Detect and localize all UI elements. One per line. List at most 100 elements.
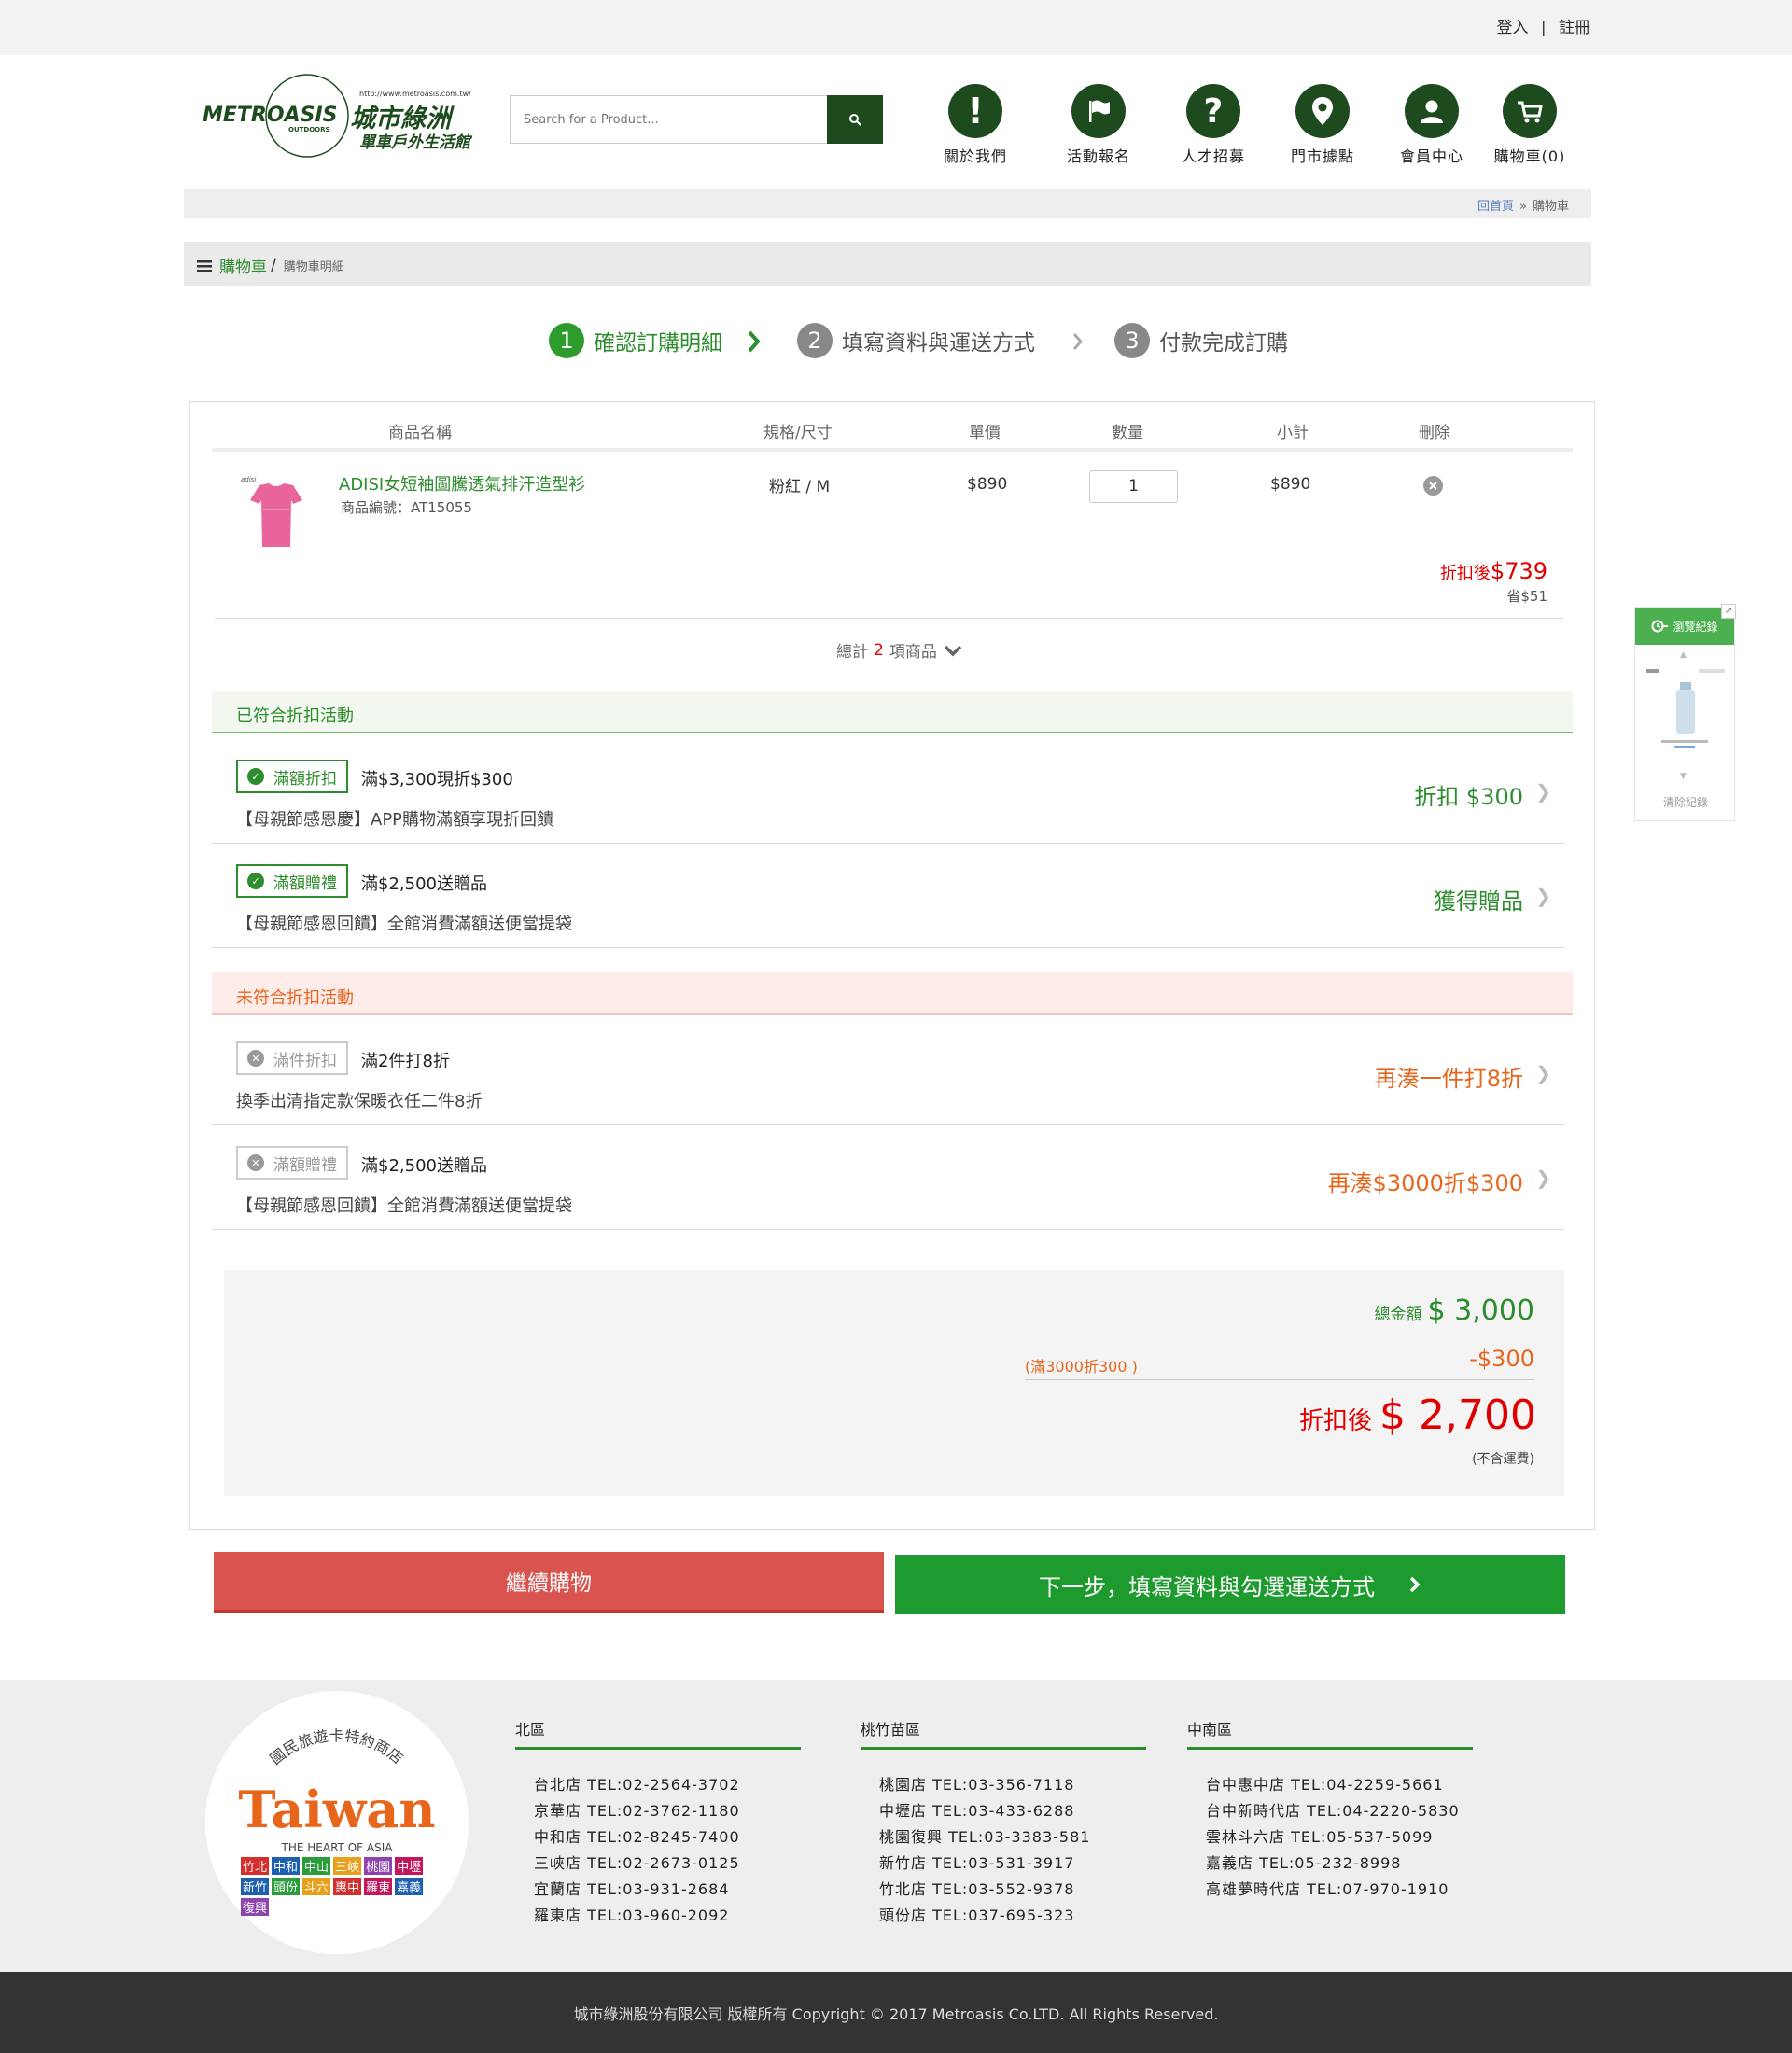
promo-tag: ✓ 滿額贈禮 <box>236 864 348 898</box>
badge-store-tags: 竹北 中和 中山 三峽 桃園 中壢 新竹 頭份 斗六 惠中 羅東 嘉義 復興 <box>241 1857 437 1916</box>
nav-member[interactable]: 會員中心 <box>1380 84 1483 166</box>
breadcrumb-home[interactable]: 回首頁 <box>1477 200 1514 214</box>
store-entry: 台中新時代店 TEL:04-2220-5830 <box>1206 1802 1460 1820</box>
chevron-right-icon: ❯ <box>1535 780 1551 803</box>
breadcrumb: 回首頁 » 購物車 <box>184 189 1591 218</box>
step-label: 填寫資料與運送方式 <box>842 331 1035 356</box>
store-entry: 竹北店 TEL:03-552-9378 <box>879 1880 1075 1898</box>
history-thumbnail[interactable] <box>1643 665 1729 759</box>
nav-cart[interactable]: 購物車(0) <box>1478 84 1581 166</box>
badge-store: 桃園 <box>364 1857 393 1875</box>
promo-tag: ✓ 滿額折扣 <box>236 760 348 793</box>
step-1: 1 確認訂購明細 <box>549 323 722 358</box>
nav-about[interactable]: ! 關於我們 <box>924 84 1027 166</box>
badge-store: 中和 <box>272 1857 301 1875</box>
promo-note: (滿3000折300 ) <box>1025 1358 1138 1376</box>
total-items-toggle[interactable]: 總計 2 項商品 <box>836 638 963 662</box>
badge-store: 新竹 <box>241 1878 270 1895</box>
button-label: 下一步，填寫資料與勾選運送方式 <box>1039 1573 1375 1600</box>
row-divider <box>215 618 1563 619</box>
promo-desc: 換季出清指定款保暖衣任二件8折 <box>236 1092 483 1111</box>
badge-store: 三峽 <box>333 1857 362 1875</box>
product-name[interactable]: ADISI女短袖圖騰透氣排汗造型衫 <box>339 471 585 496</box>
popout-icon[interactable]: ↗ <box>1721 604 1736 619</box>
badge-store: 斗六 <box>302 1878 331 1895</box>
badge-store: 竹北 <box>241 1857 270 1875</box>
login-link[interactable]: 登入 <box>1496 19 1528 37</box>
product-price: $890 <box>967 475 1008 494</box>
store-entry: 高雄夢時代店 TEL:07-970-1910 <box>1206 1880 1449 1898</box>
footer-col-title: 中南區 <box>1187 1717 1473 1750</box>
product-subtotal: $890 <box>1270 475 1311 494</box>
scroll-down-icon[interactable]: ▼ <box>1680 772 1687 781</box>
promo-tag: ✕ 滿件折扣 <box>236 1041 348 1075</box>
quantity-input[interactable]: 1 <box>1089 470 1178 503</box>
search-input[interactable] <box>511 96 828 143</box>
promo-name: 滿$3,300現折$300 <box>361 770 513 789</box>
link-separator: | <box>1540 19 1547 37</box>
promo-name: 滿$2,500送贈品 <box>361 1156 487 1176</box>
nav-events[interactable]: 活動報名 <box>1047 84 1150 166</box>
product-image[interactable]: adisi <box>239 472 314 556</box>
footer-col-title: 北區 <box>515 1717 801 1750</box>
next-step-button[interactable]: 下一步，填寫資料與勾選運送方式 <box>895 1555 1565 1614</box>
nav-label: 會員中心 <box>1399 147 1463 165</box>
promo-tag-label: 滿額贈禮 <box>273 1155 337 1175</box>
promo-tag-label: 滿額贈禮 <box>273 873 337 893</box>
unqualified-promo[interactable]: ✕ 滿額贈禮 滿$2,500送贈品 【母親節感恩回饋】全館消費滿額送便當提袋 再… <box>212 1125 1564 1230</box>
footer-col-title: 桃竹苗區 <box>861 1717 1146 1750</box>
badge-store: 惠中 <box>333 1878 362 1895</box>
store-entry: 宜蘭店 TEL:03-931-2684 <box>534 1880 730 1898</box>
page-title[interactable]: 購物車 <box>219 254 267 277</box>
qualified-promo[interactable]: ✓ 滿額折扣 滿$3,300現折$300 【母親節感恩慶】APP購物滿額享現折回… <box>212 739 1564 844</box>
promo-action[interactable]: 折扣 $300 <box>1414 778 1523 811</box>
order-summary: 總金額 $ 3,000 (滿3000折300 ) -$300 折扣後 $ 2,7… <box>224 1270 1564 1496</box>
nav-stores[interactable]: 門市據點 <box>1271 84 1374 166</box>
store-entry: 頭份店 TEL:037-695-323 <box>879 1906 1075 1924</box>
site-logo[interactable]: METROASIS OUTDOORS http://www.metroasis.… <box>201 73 485 159</box>
total-suffix: 項商品 <box>889 643 937 662</box>
store-entry: 新竹店 TEL:03-531-3917 <box>879 1854 1075 1872</box>
svg-text:國民旅遊卡特約商店: 國民旅遊卡特約商店 <box>267 1726 407 1767</box>
search-box <box>510 95 883 144</box>
nav-jobs[interactable]: ? 人才招募 <box>1162 84 1265 166</box>
chevron-right-icon <box>1072 333 1083 350</box>
close-icon: ✕ <box>247 1050 264 1067</box>
promo-tag-label: 滿件折扣 <box>273 1051 337 1070</box>
promo-name: 滿2件打8折 <box>361 1052 450 1071</box>
chevron-right-icon: ❯ <box>1535 1062 1551 1084</box>
badge-store: 中山 <box>302 1857 331 1875</box>
history-title: 瀏覽紀錄 <box>1673 620 1718 634</box>
user-icon <box>1405 84 1459 138</box>
check-icon: ✓ <box>247 873 264 889</box>
register-link[interactable]: 註冊 <box>1559 19 1590 37</box>
scroll-up-icon[interactable]: ▲ <box>1680 650 1687 660</box>
badge-store: 頭份 <box>272 1878 301 1895</box>
header-spec: 規格/尺寸 <box>763 424 833 442</box>
discount-price: $739 <box>1490 558 1547 584</box>
continue-shopping-button[interactable]: 繼續購物 <box>214 1552 884 1613</box>
promo-action[interactable]: 再湊$3000折$300 <box>1328 1165 1523 1197</box>
unqualified-header: 未符合折扣活動 <box>212 972 1573 1015</box>
store-entry: 中壢店 TEL:03-433-6288 <box>879 1802 1075 1820</box>
discount-label: 折扣後 <box>1439 564 1491 583</box>
history-header[interactable]: 瀏覽紀錄 <box>1635 608 1734 645</box>
qualified-header: 已符合折扣活動 <box>212 691 1573 733</box>
delete-icon[interactable] <box>1423 476 1443 496</box>
button-label: 繼續購物 <box>506 1571 592 1596</box>
clear-history-link[interactable]: 清除紀錄 <box>1635 794 1736 810</box>
store-entry: 雲林斗六店 TEL:05-537-5099 <box>1206 1828 1434 1846</box>
promo-action[interactable]: 再湊一件打8折 <box>1375 1060 1523 1093</box>
promo-desc: 【母親節感恩回饋】全館消費滿額送便當提袋 <box>236 915 572 934</box>
saved-amount: 省$51 <box>1506 588 1547 605</box>
qualified-promo[interactable]: ✓ 滿額贈禮 滿$2,500送贈品 【母親節感恩回饋】全館消費滿額送便當提袋 獲… <box>212 844 1564 948</box>
page-subtitle: 購物車明細 <box>283 260 344 274</box>
search-button[interactable] <box>827 95 883 144</box>
history-widget: 瀏覽紀錄 ↗ ▲ ▼ 清除紀錄 <box>1634 604 1736 821</box>
header-price: 單價 <box>969 424 1001 442</box>
promo-action[interactable]: 獲得贈品 <box>1434 883 1523 915</box>
store-entry: 台中惠中店 TEL:04-2259-5661 <box>1206 1776 1444 1794</box>
unqualified-promo[interactable]: ✕ 滿件折扣 滿2件打8折 換季出清指定款保暖衣任二件8折 再湊一件打8折 ❯ <box>212 1021 1564 1125</box>
final-amount: $ 2,700 <box>1379 1391 1536 1439</box>
badge-store: 中壢 <box>395 1857 424 1875</box>
